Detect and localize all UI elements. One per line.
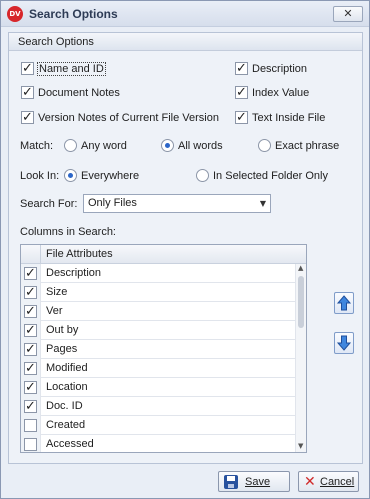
search-for-label: Search For: <box>20 198 78 210</box>
search-options-panel: Search Options ✓ Name and ID ✓ Descripti… <box>8 32 363 464</box>
grid-header-select-cell <box>21 245 41 264</box>
name-and-id-checkbox[interactable]: ✓ <box>21 62 34 75</box>
row-checkbox[interactable]: ✓ <box>24 400 37 413</box>
row-checkbox-cell: ✓ <box>21 378 41 397</box>
row-label: Pages <box>46 343 78 355</box>
search-options-dialog: DV Search Options ✕ Search Options ✓ Nam… <box>0 0 370 499</box>
look-in-everywhere-label: Everywhere <box>81 170 140 182</box>
document-notes-checkbox[interactable]: ✓ <box>21 86 34 99</box>
row-label: Size <box>46 286 68 298</box>
version-notes-checkbox[interactable]: ✓ <box>21 111 34 124</box>
table-row[interactable]: Accessed <box>21 435 295 452</box>
table-row[interactable]: ✓ Location <box>21 378 295 397</box>
section-header: Search Options <box>9 33 362 51</box>
row-checkbox[interactable]: ✓ <box>24 305 37 318</box>
title-bar: DV Search Options ✕ <box>1 1 369 27</box>
match-any-word-label: Any word <box>81 140 127 152</box>
scroll-down-arrow-icon[interactable]: ▼ <box>298 442 303 450</box>
dialog-title: Search Options <box>29 7 118 21</box>
table-row[interactable]: Created <box>21 416 295 435</box>
row-checkbox-cell: ✓ <box>21 359 41 378</box>
row-checkbox-cell: ✓ <box>21 321 41 340</box>
row-checkbox-cell: ✓ <box>21 397 41 416</box>
scrollbar-thumb[interactable] <box>298 276 304 328</box>
description-checkbox[interactable]: ✓ <box>235 62 248 75</box>
match-exact-phrase-radio[interactable] <box>258 139 271 152</box>
row-checkbox-cell: ✓ <box>21 264 41 283</box>
app-logo-icon: DV <box>7 6 23 22</box>
row-checkbox-cell: ✓ <box>21 283 41 302</box>
grid-scrollbar[interactable]: ▲ ▼ <box>295 264 306 452</box>
row-checkbox[interactable]: ✓ <box>24 267 37 280</box>
look-in-selected-folder-label: In Selected Folder Only <box>213 170 328 182</box>
text-inside-file-label: Text Inside File <box>252 112 326 124</box>
table-row[interactable]: ✓ Modified <box>21 359 295 378</box>
move-up-button[interactable] <box>334 292 354 314</box>
table-row[interactable]: ✓ Doc. ID <box>21 397 295 416</box>
match-any-word-radio[interactable] <box>64 139 77 152</box>
table-row[interactable]: ✓ Size <box>21 283 295 302</box>
save-button[interactable]: Save <box>218 471 290 492</box>
row-label: Doc. ID <box>46 400 83 412</box>
index-value-label: Index Value <box>252 87 310 99</box>
chevron-down-icon: ▼ <box>259 199 266 208</box>
up-arrow-icon <box>336 295 352 311</box>
cancel-button[interactable]: ✕ Cancel <box>298 471 359 492</box>
search-for-value: Only Files <box>88 197 137 209</box>
match-label: Match: <box>20 140 54 152</box>
row-label: Out by <box>46 324 79 336</box>
cancel-x-icon: ✕ <box>304 474 316 490</box>
table-row[interactable]: ✓ Pages <box>21 340 295 359</box>
row-checkbox[interactable]: ✓ <box>24 381 37 394</box>
cancel-button-label: Cancel <box>320 476 355 488</box>
scroll-up-arrow-icon[interactable]: ▲ <box>298 264 303 272</box>
version-notes-label: Version Notes of Current File Version <box>38 112 219 124</box>
row-label: Description <box>46 267 102 279</box>
row-checkbox-cell: ✓ <box>21 302 41 321</box>
description-label: Description <box>252 63 308 75</box>
row-checkbox-cell <box>21 435 41 452</box>
row-checkbox[interactable]: ✓ <box>24 286 37 299</box>
row-checkbox-cell: ✓ <box>21 340 41 359</box>
row-label: Location <box>46 381 88 393</box>
text-inside-file-checkbox[interactable]: ✓ <box>235 111 248 124</box>
row-checkbox[interactable] <box>24 438 37 451</box>
row-checkbox-cell <box>21 416 41 435</box>
row-label: Ver <box>46 305 63 317</box>
document-notes-label: Document Notes <box>38 87 120 99</box>
grid-header-label: File Attributes <box>46 248 113 260</box>
row-checkbox[interactable]: ✓ <box>24 343 37 356</box>
look-in-everywhere-radio[interactable] <box>64 169 77 182</box>
row-checkbox[interactable] <box>24 419 37 432</box>
close-button[interactable]: ✕ <box>333 6 363 22</box>
table-row[interactable]: ✓ Ver <box>21 302 295 321</box>
move-down-button[interactable] <box>334 332 354 354</box>
table-row[interactable]: ✓ Out by <box>21 321 295 340</box>
row-label: Accessed <box>46 438 94 450</box>
name-and-id-label: Name and ID <box>37 62 106 76</box>
match-all-words-label: All words <box>178 140 223 152</box>
row-label: Modified <box>46 362 88 374</box>
match-exact-phrase-label: Exact phrase <box>275 140 340 152</box>
table-row[interactable]: ✓ Description <box>21 264 295 283</box>
row-checkbox[interactable]: ✓ <box>24 324 37 337</box>
columns-in-search-label: Columns in Search: <box>20 226 116 238</box>
save-button-label: Save <box>245 476 271 488</box>
row-checkbox[interactable]: ✓ <box>24 362 37 375</box>
row-label: Created <box>46 419 86 431</box>
down-arrow-icon <box>336 335 352 351</box>
look-in-label: Look In: <box>20 170 60 182</box>
floppy-disk-icon <box>224 475 238 489</box>
index-value-checkbox[interactable]: ✓ <box>235 86 248 99</box>
columns-grid: File Attributes ✓ Description ✓ Size ✓ Ver ✓ Ou… <box>20 244 307 453</box>
look-in-selected-folder-radio[interactable] <box>196 169 209 182</box>
search-for-dropdown[interactable]: Only Files ▼ <box>83 194 271 213</box>
grid-header: File Attributes <box>21 245 306 264</box>
match-all-words-radio[interactable] <box>161 139 174 152</box>
